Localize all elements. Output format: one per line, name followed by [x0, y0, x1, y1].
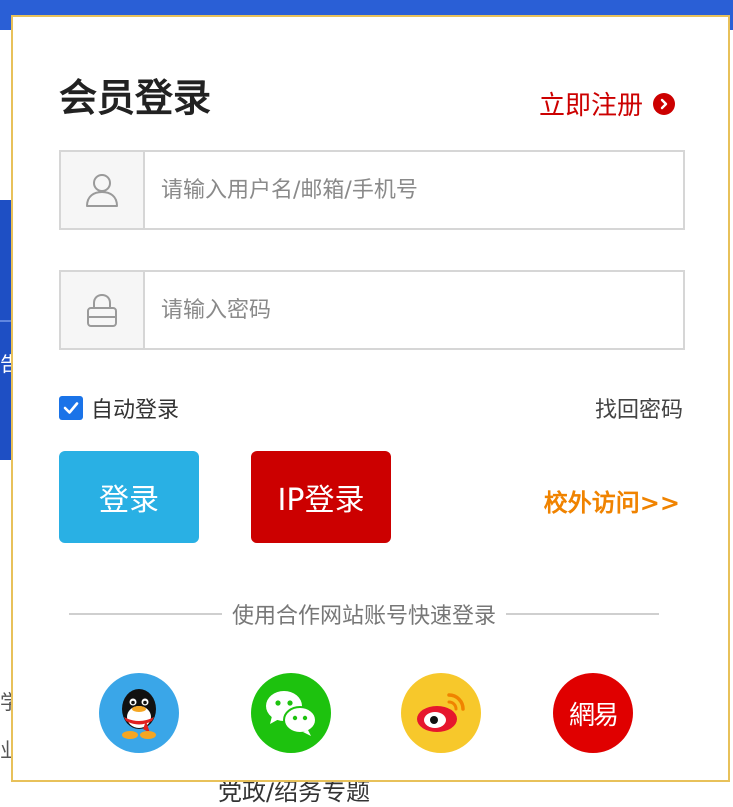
auto-login-checkbox[interactable]: [59, 396, 83, 420]
auto-login-option[interactable]: 自动登录: [59, 392, 179, 424]
weibo-icon: [417, 693, 465, 732]
divider-line: [69, 613, 222, 615]
weibo-login-button[interactable]: [401, 673, 481, 753]
offsite-access-link[interactable]: 校外访问>>: [544, 483, 680, 518]
register-label: 立即注册: [539, 91, 644, 121]
auto-login-label: 自动登录: [91, 398, 180, 423]
qq-icon: [122, 689, 156, 739]
ip-login-button[interactable]: IP登录: [251, 451, 391, 543]
username-field: [59, 150, 685, 230]
user-icon: [61, 152, 145, 228]
quick-login-divider: 使用合作网站账号快速登录: [69, 599, 660, 629]
quick-login-label: 使用合作网站账号快速登录: [232, 604, 497, 629]
lock-icon: [61, 272, 145, 348]
login-button[interactable]: 登录: [59, 451, 199, 543]
wechat-login-button[interactable]: [251, 673, 331, 753]
divider-line: [506, 613, 660, 615]
password-field: [59, 270, 685, 350]
netease-icon: 網易: [568, 700, 619, 731]
login-dialog: 会员登录 立即注册 自动登录 找回密码 登: [11, 15, 730, 782]
username-input[interactable]: [145, 152, 683, 228]
wechat-icon: [266, 691, 317, 736]
password-input[interactable]: [145, 272, 683, 348]
chevron-right-icon: [653, 92, 676, 115]
qq-login-button[interactable]: [99, 673, 179, 753]
forgot-password-link[interactable]: 找回密码: [595, 392, 683, 424]
dialog-title: 会员登录: [59, 76, 212, 120]
register-link[interactable]: 立即注册: [539, 85, 676, 122]
netease-login-button[interactable]: 網易: [553, 673, 633, 753]
